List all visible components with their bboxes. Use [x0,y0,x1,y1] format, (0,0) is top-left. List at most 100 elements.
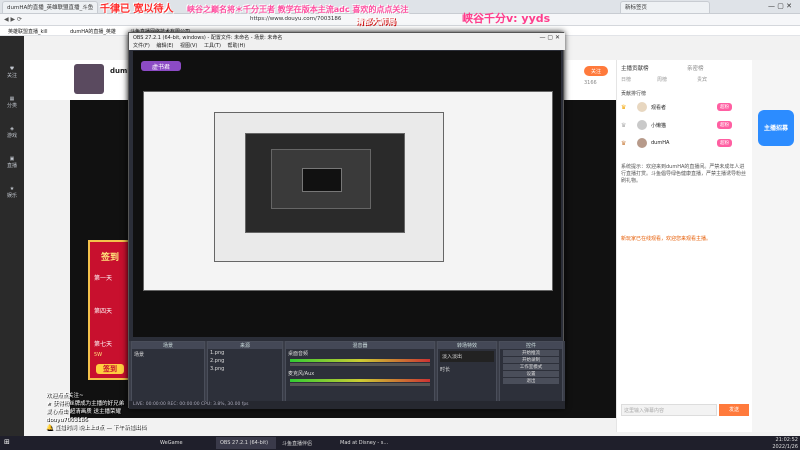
nested-screen-3 [245,133,405,233]
taskbar: ⊞ WeGame OBS 27.2.1 (64-bit) 斗鱼直播伴侣 Mad … [0,436,800,450]
avatar[interactable] [74,64,104,94]
url-text[interactable]: https://www.douyu.com/7003186 [250,16,341,22]
sources-dock: 来源 1.png 2.png 3.png [207,341,283,403]
start-record-button[interactable]: 开始录制 [503,357,559,363]
dock-title: 转场特效 [438,342,496,349]
source-item[interactable]: 1.png [208,349,282,357]
banner-left-text: 千律已 宽以待人 [100,4,174,15]
transitions-dock: 转场特效 淡入淡出 时长 [437,341,497,403]
chat-input[interactable]: 这里输入弹幕内容 [621,404,717,416]
clock-date: 2022/1/26 [772,443,798,450]
obs-title-bar[interactable]: OBS 27.2.1 (64-bit, windows) - 配置文件: 未命名… [129,33,565,42]
audio-meter [290,359,430,362]
controls-dock: 控件 开始推流 开始录制 工作室模式 设置 退出 [499,341,563,403]
sidebar-item-game[interactable]: ◈ 游戏 [4,126,20,148]
obs-menu-item[interactable]: 文件(F) [133,43,150,49]
obs-menu-item[interactable]: 视图(V) [180,43,197,49]
taskbar-item[interactable]: Mad at Disney - s... [336,437,406,449]
sidebar-item-label: 直播 [6,163,17,169]
mixer-track-label: 桌面音频 [288,351,309,357]
taskbar-item[interactable]: OBS 27.2.1 (64-bit) [216,437,276,449]
volume-slider[interactable] [290,363,430,366]
obs-preview[interactable]: 虚书君 [133,51,561,337]
chat-line: douyu7003186 [46,417,88,423]
nested-screen-2 [214,112,444,262]
start-stream-button[interactable]: 开始推流 [503,350,559,356]
nav-arrows-icon[interactable]: ◀ ▶ ⟳ [4,16,22,23]
sidebar-item-entertainment[interactable]: ★ 娱乐 [4,186,20,208]
sign-day: 第一天 [94,275,113,282]
sidebar-item-label: 分类 [6,103,17,109]
ranking-name: dumHA [651,140,670,146]
crown-icon: ♛ [621,104,627,111]
mixer-dock: 混音器 桌面音频 麦克风/Aux [285,341,435,403]
obs-menu-item[interactable]: 工具(T) [204,43,221,49]
duration-label: 时长 [440,367,451,373]
audio-meter [290,379,430,382]
windows-start-icon[interactable]: ⊞ [4,438,10,446]
tab-daily[interactable]: 日榜 [621,76,631,83]
obs-menu-item[interactable]: 编辑(E) [156,43,173,49]
tab-intimacy[interactable]: 亲密榜 [687,64,704,72]
ranking-row[interactable]: ♛ 观看者 超粉 [621,102,749,116]
send-button[interactable]: 发送 [719,404,749,416]
sign-button[interactable]: 签到 [96,364,124,374]
exit-button[interactable]: 退出 [503,378,559,384]
sign-day: 第七天 [94,341,113,348]
ranking-name: 观看者 [651,105,667,111]
bookmark-item[interactable]: dumHA的直播_英雄 [70,28,116,35]
site-sidebar: ♥ 关注 ▦ 分类 ◈ 游戏 ▣ 直播 ★ 娱乐 [0,36,24,450]
taskbar-item[interactable]: 斗鱼直播伴侣 [278,437,334,449]
crown-icon: ♛ [621,140,627,147]
ranking-row[interactable]: ♛ dumHA 超粉 [621,138,749,152]
obs-window[interactable]: OBS 27.2.1 (64-bit, windows) - 配置文件: 未命名… [128,32,565,409]
avatar [637,102,647,112]
taskbar-clock[interactable]: 21:02:52 2022/1/26 [750,436,798,450]
obs-menu-item[interactable]: 帮助(H) [228,43,246,49]
settings-button[interactable]: 设置 [503,371,559,377]
sidebar-item-category[interactable]: ▦ 分类 [4,96,20,118]
sign-card-title: 签到 [100,253,119,263]
tab-contribution[interactable]: 主播贡献榜 [621,64,649,72]
sidebar-item-label: 关注 [6,73,17,79]
banner-right-text: 峡谷千分v: yyds [462,12,551,25]
browser-tab[interactable]: 新标签页 [620,1,710,13]
tab-weekly[interactable]: 周榜 [657,76,667,83]
avatar [637,138,647,148]
transition-select[interactable]: 淡入淡出 [440,351,494,362]
ranking-row[interactable]: ♛ 小懒猫 超粉 [621,120,749,134]
sidebar-item-live[interactable]: ▣ 直播 [4,156,20,178]
stream-subtitle: 清都大师局 [356,17,396,26]
sign-day: 第四天 [94,308,113,315]
ranking-name: 小懒猫 [651,123,667,129]
nested-screen-1 [143,91,553,291]
volume-slider[interactable] [290,383,430,386]
window-controls[interactable]: — ▢ ✕ [768,2,798,10]
sidebar-item-follow[interactable]: ♥ 关注 [4,66,20,88]
tab-vip[interactable]: 贵宾 [697,76,707,83]
studio-mode-button[interactable]: 工作室模式 [503,364,559,370]
source-item[interactable]: 3.png [208,365,282,373]
obs-window-controls[interactable]: — ▢ ✕ [539,34,560,41]
chat-line: 爱心点击 超清画质 送主播荣耀 [46,409,121,415]
taskbar-item[interactable]: WeGame [156,437,214,449]
side-promo: 主播招募 [752,60,800,432]
sidebar-item-label: 娱乐 [6,193,17,199]
obs-menu-bar: 文件(F) 编辑(E) 视图(V) 工具(T) 帮助(H) [129,42,565,50]
ranking-title: 贡献排行榜 [621,91,647,97]
fan-badge: 超粉 [717,121,732,129]
bookmark-item[interactable]: 英雄联盟直播_kill [8,28,48,35]
recruit-badge[interactable]: 主播招募 [758,110,794,146]
address-bar[interactable]: ◀ ▶ ⟳ https://www.douyu.com/7003186 [0,14,800,26]
follow-button[interactable]: 关注 [584,66,608,76]
sign-in-card: 签到 第一天 第四天 第七天 5W 签到 [88,240,132,380]
dock-title: 来源 [208,342,282,349]
source-item[interactable]: 2.png [208,357,282,365]
chat-line: 🔔 直播时间 晚上上8点 — 下午新播出档 [46,425,146,431]
mixer-track-label: 麦克风/Aux [288,371,315,377]
enter-message: 新玩家已在线观看，欢迎您来观看主播。 [621,236,712,242]
chat-line: ★ 获得粉丝牌成为主播的好兄弟 [46,401,125,407]
scene-item[interactable]: 场景 [132,349,204,360]
live-chat-overlay: 欢迎点点关注~ ★ 获得粉丝牌成为主播的好兄弟 爱心点击 超清画质 送主播荣耀 … [46,392,196,438]
browser-tab[interactable]: dumHA的直播_英雄联盟直播_斗鱼 [2,1,98,13]
